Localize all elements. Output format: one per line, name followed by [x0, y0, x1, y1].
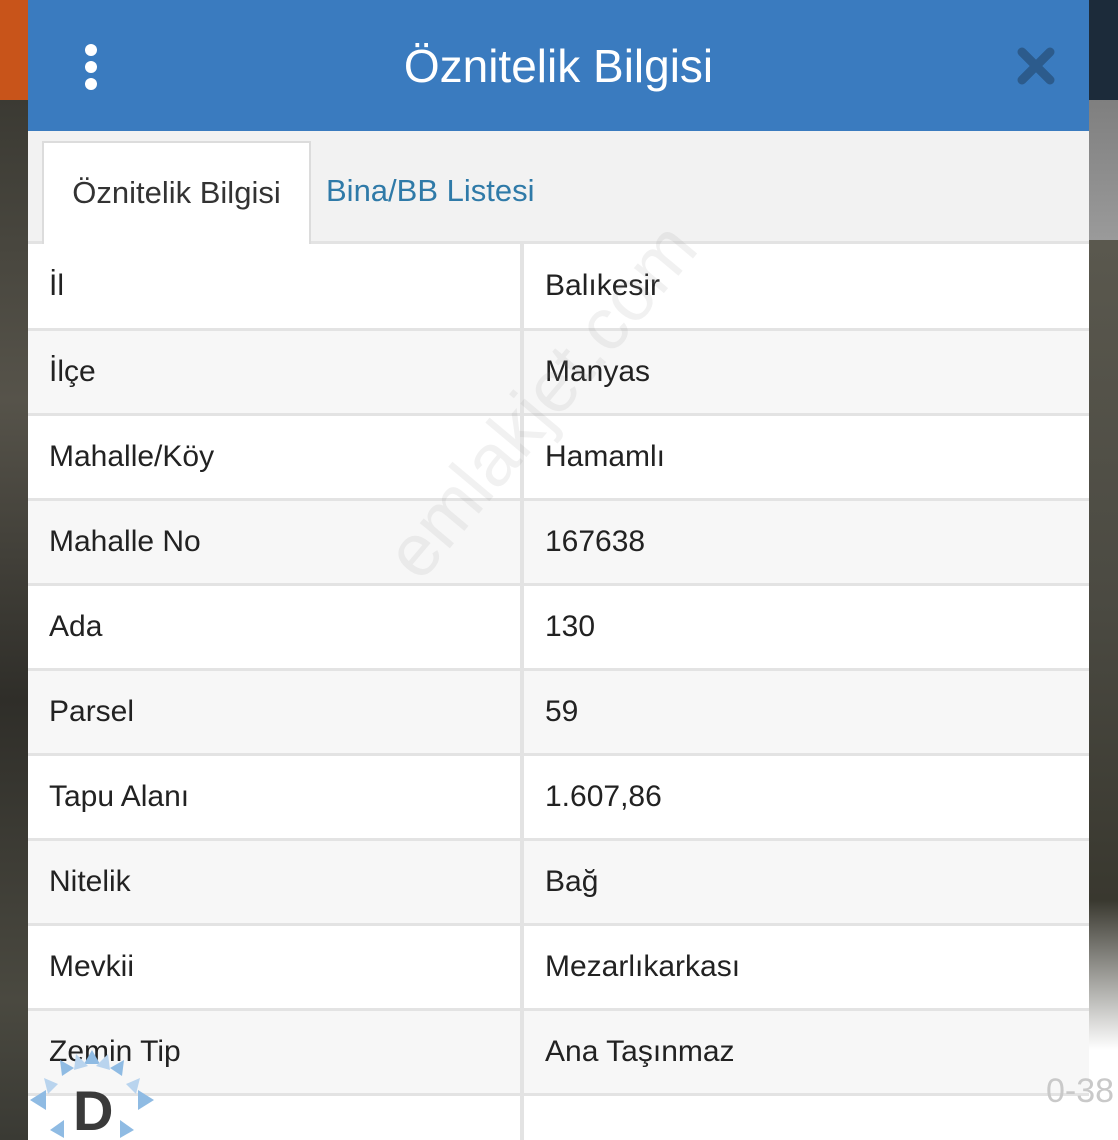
attribute-value: Bağ [522, 839, 1089, 926]
table-row: Nitelik Bağ [28, 839, 1089, 926]
dialog-header: Öznitelik Bilgisi [28, 0, 1089, 131]
table-row: Mahalle No 167638 [28, 499, 1089, 586]
attribute-value: 59 [522, 669, 1089, 756]
map-background-right [1088, 0, 1118, 1140]
tab-oznitelik-bilgisi[interactable]: Öznitelik Bilgisi [42, 141, 311, 244]
attribute-value: 130 [522, 584, 1089, 671]
table-row: İl Balıkesir [28, 244, 1089, 331]
table-row [28, 1094, 1089, 1140]
attribute-dialog: Öznitelik Bilgisi Öznitelik Bilgisi Bina… [28, 0, 1089, 1140]
attribute-key: Mevkii [28, 924, 524, 1011]
attribute-table: İl Balıkesir İlçe Manyas Mahalle/Köy Hamamlı M… [28, 244, 1089, 1140]
corner-text: 0-38 [1046, 1072, 1115, 1110]
attribute-value: Manyas [522, 329, 1089, 416]
table-row: Tapu Alanı 1.607,86 [28, 754, 1089, 841]
table-row: Parsel 59 [28, 669, 1089, 756]
attribute-key: İl [28, 244, 524, 331]
attribute-value: Ana Taşınmaz [522, 1009, 1089, 1096]
map-background-left [0, 0, 30, 1140]
close-icon[interactable] [1016, 46, 1056, 86]
attribute-value: Balıkesir [522, 244, 1089, 331]
attribute-value: Hamamlı [522, 414, 1089, 501]
logo-letter: D [73, 1079, 114, 1140]
attribute-key: Tapu Alanı [28, 754, 524, 841]
table-row: Ada 130 [28, 584, 1089, 671]
attribute-key: İlçe [28, 329, 524, 416]
attribute-value: 167638 [522, 499, 1089, 586]
attribute-key: Ada [28, 584, 524, 671]
attribute-key: Mahalle/Köy [28, 414, 524, 501]
table-row: Mevkii Mezarlıkarkası [28, 924, 1089, 1011]
attribute-key: Nitelik [28, 839, 524, 926]
attribute-value: Mezarlıkarkası [522, 924, 1089, 1011]
table-row: Mahalle/Köy Hamamlı [28, 414, 1089, 501]
attribute-value: 1.607,86 [522, 754, 1089, 841]
attribute-value [522, 1094, 1089, 1140]
table-row: İlçe Manyas [28, 329, 1089, 416]
tab-bina-bb-listesi[interactable]: Bina/BB Listesi [326, 141, 586, 241]
dialog-title: Öznitelik Bilgisi [403, 40, 714, 92]
table-row: Zemin Tip Ana Taşınmaz [28, 1009, 1089, 1096]
attribute-key: Parsel [28, 669, 524, 756]
attribute-key: Mahalle No [28, 499, 524, 586]
tab-bar: Öznitelik Bilgisi Bina/BB Listesi [28, 131, 1089, 244]
